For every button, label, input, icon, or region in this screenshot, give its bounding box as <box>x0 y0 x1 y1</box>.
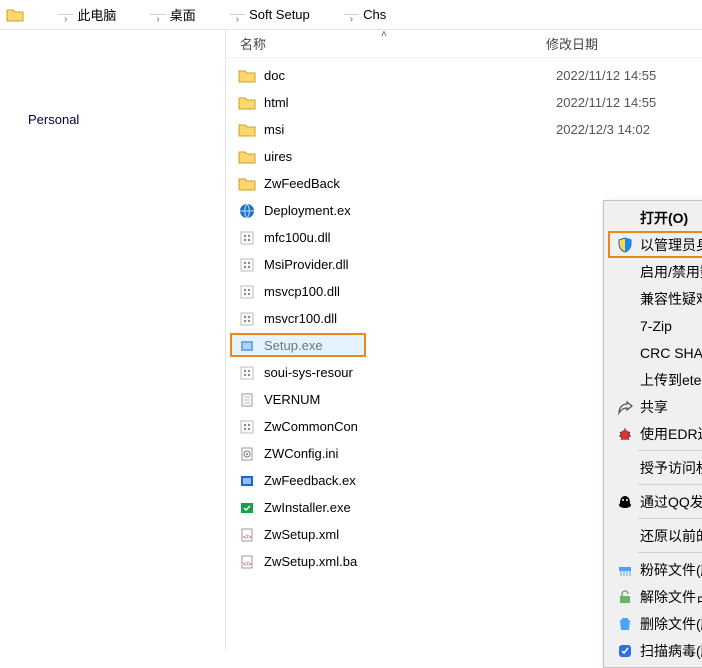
file-name: html <box>264 95 556 110</box>
chevron-right-icon: › <box>230 14 245 15</box>
folder-icon <box>236 66 258 86</box>
menu-separator <box>638 552 702 553</box>
file-name: ZwSetup.xml <box>264 527 556 542</box>
menu-edr-scan[interactable]: 使用EDR进行扫描 <box>606 420 702 447</box>
dll-icon <box>236 309 258 329</box>
folder-icon <box>4 6 26 24</box>
qq-icon <box>614 494 636 510</box>
file-name: ZwCommonCon <box>264 419 556 434</box>
folder-icon <box>236 120 258 140</box>
menu-restore-version[interactable]: 还原以前的版本(V) <box>606 522 702 549</box>
menu-virus-scan[interactable]: 扫描病毒(腾讯电脑管家) <box>606 637 702 664</box>
svg-text:</>: </> <box>243 562 252 568</box>
file-name: Setup.exe <box>264 338 556 353</box>
exe-icon <box>236 471 258 491</box>
breadcrumb-item[interactable]: 桌面 <box>168 5 198 24</box>
nav-tree[interactable]: Personal <box>0 30 226 650</box>
exe-icon <box>236 336 258 356</box>
menu-qq-send[interactable]: 通过QQ发送到 〉 <box>606 488 702 515</box>
file-date: 2022/12/3 14:02 <box>556 122 650 137</box>
menu-open[interactable]: 打开(O) <box>606 204 702 231</box>
file-name: ZwFeedBack <box>264 176 556 191</box>
globe-icon <box>236 201 258 221</box>
menu-toggle-signature[interactable]: 启用/禁用数字签名图标 <box>606 258 702 285</box>
menu-share[interactable]: 共享 <box>606 393 702 420</box>
sort-ascending-icon: ˄ <box>381 29 387 40</box>
chevron-right-icon: › <box>150 14 165 15</box>
unlock-icon <box>614 589 636 605</box>
file-name: msvcr100.dll <box>264 311 556 326</box>
file-date: 2022/11/12 14:55 <box>556 95 656 110</box>
menu-delete[interactable]: 删除文件(腾讯电脑管家) <box>606 610 702 637</box>
file-name: doc <box>264 68 556 83</box>
breadcrumb-item[interactable]: Soft Setup <box>247 7 312 22</box>
menu-shred[interactable]: 粉碎文件(腾讯电脑管家) <box>606 556 702 583</box>
context-menu: 打开(O) 以管理员身份运行(A) 启用/禁用数字签名图标 兼容性疑难解答(Y)… <box>603 200 702 668</box>
file-icon <box>236 390 258 410</box>
file-date: 2022/11/12 14:55 <box>556 68 656 83</box>
menu-upload-eteams[interactable]: 上传到eteams <box>606 366 702 393</box>
file-name: msvcp100.dll <box>264 284 556 299</box>
file-name: mfc100u.dll <box>264 230 556 245</box>
file-name: MsiProvider.dll <box>264 257 556 272</box>
menu-separator <box>638 450 702 451</box>
dll-icon <box>236 282 258 302</box>
menu-7zip[interactable]: 7-Zip 〉 <box>606 312 702 339</box>
file-name: msi <box>264 122 556 137</box>
menu-grant-access[interactable]: 授予访问权限(G) 〉 <box>606 454 702 481</box>
menu-separator <box>638 484 702 485</box>
file-name: ZwSetup.xml.ba <box>264 554 556 569</box>
xml-icon: </> <box>236 552 258 572</box>
file-name: ZwFeedback.ex <box>264 473 556 488</box>
file-name: soui-sys-resour <box>264 365 556 380</box>
column-header-date[interactable]: 修改日期 <box>546 34 598 53</box>
folder-icon <box>236 93 258 113</box>
menu-crc-sha[interactable]: CRC SHA 〉 <box>606 339 702 366</box>
file-name: ZwInstaller.exe <box>264 500 556 515</box>
dll-icon <box>236 228 258 248</box>
xml-icon: </> <box>236 525 258 545</box>
dll-icon <box>236 363 258 383</box>
bug-icon <box>614 426 636 442</box>
file-row[interactable]: doc2022/11/12 14:55 <box>226 62 702 89</box>
shield-icon <box>614 237 636 253</box>
breadcrumb-item[interactable]: 此电脑 <box>75 5 118 24</box>
trash-icon <box>614 616 636 632</box>
svg-text:</>: </> <box>243 535 252 541</box>
nav-item-personal[interactable]: Personal <box>0 108 225 131</box>
shredder-icon <box>614 562 636 578</box>
column-header-row: ˄ 名称 修改日期 <box>226 30 702 58</box>
file-row[interactable]: msi2022/12/3 14:02 <box>226 116 702 143</box>
ini-icon <box>236 444 258 464</box>
menu-run-as-admin[interactable]: 以管理员身份运行(A) <box>606 231 702 258</box>
folder-icon <box>236 174 258 194</box>
chevron-right-icon: › <box>58 14 73 15</box>
breadcrumb-item[interactable]: Chs <box>361 7 388 22</box>
menu-separator <box>638 518 702 519</box>
file-row[interactable]: ZwFeedBack <box>226 170 702 197</box>
share-icon <box>614 399 636 415</box>
virus-shield-icon <box>614 643 636 659</box>
file-list-pane: ˄ 名称 修改日期 doc2022/11/12 14:55html2022/11… <box>226 30 702 650</box>
folder-icon <box>236 147 258 167</box>
file-row[interactable]: uires <box>226 143 702 170</box>
breadcrumb[interactable]: › 此电脑 › 桌面 › Soft Setup › Chs <box>0 0 702 30</box>
file-name: ZWConfig.ini <box>264 446 556 461</box>
file-name: VERNUM <box>264 392 556 407</box>
file-row[interactable]: html2022/11/12 14:55 <box>226 89 702 116</box>
chevron-right-icon: › <box>344 14 359 15</box>
dll-icon <box>236 417 258 437</box>
menu-compat[interactable]: 兼容性疑难解答(Y) <box>606 285 702 312</box>
file-name: uires <box>264 149 556 164</box>
menu-release-lock[interactable]: 解除文件占用(腾讯电脑管家) <box>606 583 702 610</box>
file-name: Deployment.ex <box>264 203 556 218</box>
dll-icon <box>236 255 258 275</box>
exe2-icon <box>236 498 258 518</box>
